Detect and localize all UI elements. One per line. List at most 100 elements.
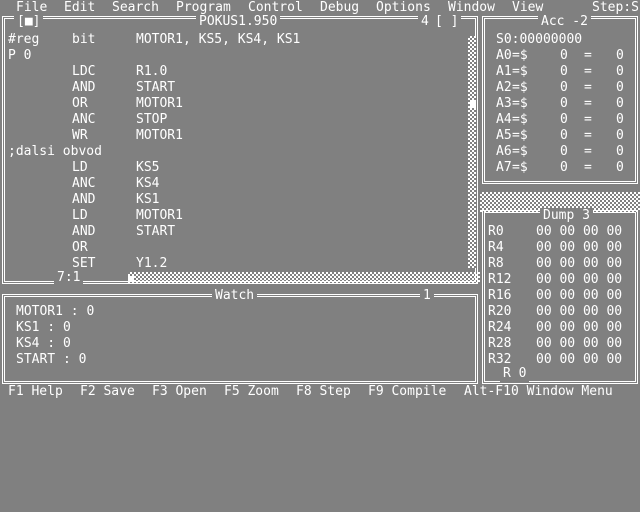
dump-row-bytes: 00 00 00 00: [536, 288, 623, 303]
menu-search[interactable]: Search: [112, 0, 159, 16]
code-arg: KS5: [136, 160, 160, 175]
acc-status: S0:00000000: [496, 32, 583, 47]
editor-scroll-thumb[interactable]: [470, 100, 476, 108]
dump-row-bytes: 00 00 00 00: [536, 304, 623, 319]
acc-register-equals: =: [584, 112, 592, 127]
acc-register-equals: =: [584, 160, 592, 175]
watch-item: START : 0: [16, 352, 87, 367]
dump-title: Dump 3: [540, 208, 593, 224]
editor-close-button[interactable]: [■]: [14, 14, 44, 30]
dump-row-address: R4: [488, 240, 504, 255]
acc-register-equals: =: [584, 64, 592, 79]
acc-register-hex-value: 0: [560, 80, 568, 95]
acc-register-name: A7: [496, 160, 512, 175]
code-arg: MOTOR1: [136, 128, 183, 143]
dump-row-address: R24: [488, 320, 512, 335]
f3-open-button[interactable]: F3 Open: [152, 384, 207, 400]
acc-register-equals: =: [584, 128, 592, 143]
code-op: ANC: [72, 176, 96, 191]
acc-register-hex-value: 0: [560, 160, 568, 175]
acc-register-decimal: 0: [616, 112, 624, 127]
f5-zoom-button[interactable]: F5 Zoom: [224, 384, 279, 400]
menu-edit[interactable]: Edit: [64, 0, 95, 16]
function-key-bar: F1 Help F2 Save F3 Open F5 Zoom F8 Step …: [0, 384, 640, 400]
f8-step-button[interactable]: F8 Step: [296, 384, 351, 400]
acc-register-equals: =: [584, 144, 592, 159]
acc-register-name: A3: [496, 96, 512, 111]
code-op: SET: [72, 256, 96, 271]
acc-register-decimal: 0: [616, 144, 624, 159]
f2-save-button[interactable]: F2 Save: [80, 384, 135, 400]
code-arg: MOTOR1: [136, 208, 183, 223]
acc-register-decimal: 0: [616, 96, 624, 111]
acc-register-hex-value: 0: [560, 112, 568, 127]
code-arg: MOTOR1: [136, 96, 183, 111]
dump-row-bytes: 00 00 00 00: [536, 224, 623, 239]
dump-row-address: R16: [488, 288, 512, 303]
acc-register-name: A0: [496, 48, 512, 63]
editor-title: POKUS1.950: [196, 14, 281, 30]
code-arg: STOP: [136, 112, 168, 127]
code-line: #reg: [8, 32, 40, 47]
acc-register-equals: =: [584, 96, 592, 111]
dump-row-address: R28: [488, 336, 512, 351]
code-arg: R1.0: [136, 64, 168, 79]
dump-row-address: R0: [488, 224, 504, 239]
acc-register-hex: =$: [512, 80, 528, 95]
acc-title: Acc -2: [538, 14, 591, 30]
alt-f10-window-menu-button[interactable]: Alt-F10 Window Menu: [464, 384, 613, 400]
code-op: LDC: [72, 64, 96, 79]
dump-row-bytes: 00 00 00 00: [536, 320, 623, 335]
acc-register-decimal: 0: [616, 48, 624, 63]
code-arg: KS1: [136, 192, 160, 207]
editor-zoom-button[interactable]: [ ]: [432, 14, 462, 30]
acc-register-hex: =$: [512, 96, 528, 111]
acc-register-name: A2: [496, 80, 512, 95]
acc-register-name: A6: [496, 144, 512, 159]
code-op: OR: [72, 240, 88, 255]
dump-row-bytes: 00 00 00 00: [536, 272, 623, 287]
dump-footer: R 0: [500, 366, 530, 382]
acc-register-hex: =$: [512, 48, 528, 63]
acc-register-hex-value: 0: [560, 96, 568, 111]
code-op: AND: [72, 80, 96, 95]
f1-help-button[interactable]: F1 Help: [8, 384, 63, 400]
code-arg: KS4: [136, 176, 160, 191]
watch-item: MOTOR1 : 0: [16, 304, 95, 319]
acc-register-hex: =$: [512, 160, 528, 175]
watch-title: Watch: [212, 288, 258, 304]
code-op: AND: [72, 192, 96, 207]
step-indicator: Step:S: [592, 0, 639, 15]
f9-compile-button[interactable]: F9 Compile: [368, 384, 446, 400]
code-line: P 0: [8, 48, 32, 63]
code-op: AND: [72, 224, 96, 239]
acc-register-equals: =: [584, 80, 592, 95]
acc-register-equals: =: [584, 48, 592, 63]
dump-row-bytes: 00 00 00 00: [536, 352, 623, 367]
acc-register-hex: =$: [512, 128, 528, 143]
acc-register-decimal: 0: [616, 80, 624, 95]
watch-window-number: 1: [420, 288, 434, 304]
acc-register-decimal: 0: [616, 128, 624, 143]
code-arg: Y1.2: [136, 256, 168, 271]
acc-register-hex: =$: [512, 64, 528, 79]
code-arg: MOTOR1, KS5, KS4, KS1: [136, 32, 301, 47]
dump-row-bytes: 00 00 00 00: [536, 336, 623, 351]
acc-register-hex: =$: [512, 112, 528, 127]
acc-register-hex-value: 0: [560, 128, 568, 143]
dump-row-address: R12: [488, 272, 512, 287]
editor-vertical-scrollbar[interactable]: [468, 36, 476, 268]
code-op: LD: [72, 160, 88, 175]
menu-debug[interactable]: Debug: [320, 0, 359, 16]
dump-row-address: R8: [488, 256, 504, 271]
watch-item: KS4 : 0: [16, 336, 71, 351]
dump-row-address: R20: [488, 304, 512, 319]
acc-register-decimal: 0: [616, 160, 624, 175]
code-arg: START: [136, 224, 176, 239]
code-op: bit: [72, 32, 96, 47]
editor-hscroll-thumb[interactable]: [128, 276, 134, 282]
acc-register-name: A4: [496, 112, 512, 127]
code-op: OR: [72, 96, 88, 111]
code-op: WR: [72, 128, 88, 143]
acc-register-name: A5: [496, 128, 512, 143]
